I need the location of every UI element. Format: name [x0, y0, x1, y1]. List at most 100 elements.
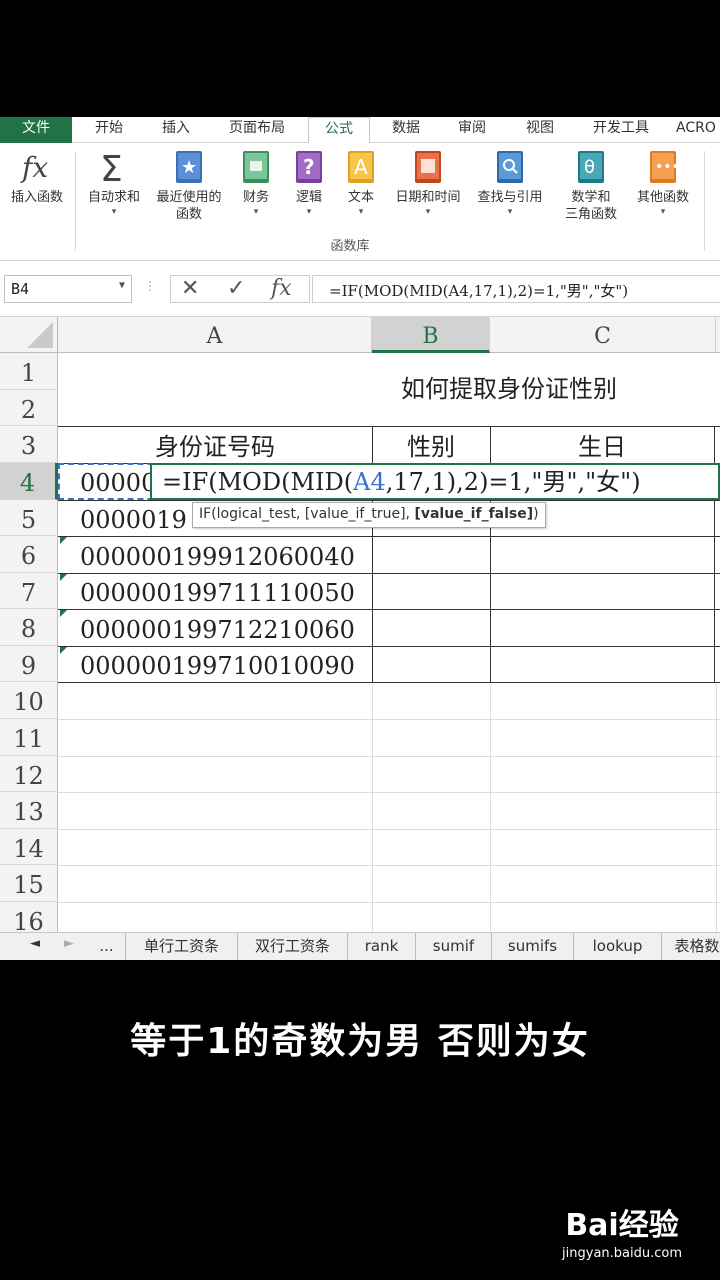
sheet-tab-rank[interactable]: rank: [348, 933, 416, 960]
cell-editor[interactable]: =IF(MOD(MID(A4,17,1),2)=1,"男","女"): [150, 463, 720, 500]
row-header-1[interactable]: 1: [0, 353, 58, 390]
row-header-16[interactable]: 16: [0, 902, 58, 932]
drag-handle-icon[interactable]: ⋮: [144, 279, 156, 293]
id-cell-8[interactable]: 000000199712210060: [80, 609, 370, 646]
column-header-b[interactable]: B: [372, 317, 490, 353]
row-header-8[interactable]: 8: [0, 609, 58, 646]
sheet-tab-lookup[interactable]: lookup: [574, 933, 662, 960]
row-header-13[interactable]: 13: [0, 792, 58, 829]
header-birthday[interactable]: 生日: [490, 426, 714, 463]
row-header-10[interactable]: 10: [0, 682, 58, 719]
gridline: [490, 682, 491, 932]
tab-insert[interactable]: 插入: [146, 117, 206, 143]
ribbon-formulas-panel: fx 插入函数 Σ 自动求和 ▾ ★ 最近使用的 函数 财务 ▾ ? 逻辑 ▾ …: [0, 143, 720, 261]
row-header-12[interactable]: 12: [0, 756, 58, 792]
chevron-down-icon: ▾: [358, 207, 364, 217]
header-gender[interactable]: 性别: [372, 426, 490, 463]
date-time-button[interactable]: 日期和时间 ▾: [388, 149, 468, 218]
enter-icon[interactable]: ✓: [227, 277, 245, 301]
svg-text:θ: θ: [584, 157, 595, 178]
baidu-watermark: Bai经验 jingyan.baidu.com: [562, 1200, 682, 1261]
financial-button[interactable]: 财务 ▾: [232, 149, 280, 218]
row-header-5[interactable]: 5: [0, 500, 58, 536]
column-header-c[interactable]: C: [490, 317, 716, 353]
prev-sheet-icon[interactable]: ◄: [30, 936, 40, 951]
tab-developer[interactable]: 开发工具: [580, 117, 662, 143]
tab-review[interactable]: 审阅: [444, 117, 500, 143]
text-button[interactable]: A 文本 ▾: [338, 149, 384, 218]
autosum-label: 自动求和: [87, 190, 140, 205]
formula-input[interactable]: =IF(MOD(MID(A4,17,1),2)=1,"男","女"): [312, 275, 720, 303]
ribbon-tab-bar: 文件 开始 插入 页面布局 公式 数据 审阅 视图 开发工具 ACRO: [0, 117, 720, 144]
row-header-11[interactable]: 11: [0, 719, 58, 756]
row-header-15[interactable]: 15: [0, 865, 58, 902]
sheet-tab-double[interactable]: 双行工资条: [238, 933, 348, 960]
math-trig-label: 数学和: [571, 190, 611, 205]
insert-function-label: 插入函数: [10, 190, 63, 205]
star-book-icon: ★: [172, 149, 206, 185]
next-sheet-icon[interactable]: ►: [64, 936, 74, 951]
tab-file[interactable]: 文件: [0, 117, 72, 143]
tab-page-layout[interactable]: 页面布局: [214, 117, 300, 143]
insert-function-icon[interactable]: fx: [271, 277, 292, 301]
id-cell-9[interactable]: 000000199710010090: [80, 646, 370, 682]
recent-functions-label: 最近使用的: [156, 190, 222, 205]
cancel-icon[interactable]: ✕: [181, 277, 199, 301]
row-header-6[interactable]: 6: [0, 536, 58, 573]
chevron-down-icon: ▾: [660, 207, 666, 217]
row-header-7[interactable]: 7: [0, 573, 58, 609]
logical-button[interactable]: ? 逻辑 ▾: [286, 149, 332, 218]
chevron-down-icon: ▾: [253, 207, 259, 217]
sheet-tab-sumifs[interactable]: sumifs: [492, 933, 574, 960]
id-cell-7[interactable]: 000000199711110050: [80, 573, 370, 609]
gridline: [58, 756, 720, 757]
more-functions-button[interactable]: ••• 其他函数 ▾: [630, 149, 696, 218]
sheet-tab-single[interactable]: 单行工资条: [126, 933, 238, 960]
chevron-down-icon[interactable]: ▼: [119, 280, 125, 291]
sigma-icon: Σ: [97, 149, 131, 190]
error-indicator-icon: [60, 537, 67, 544]
chevron-down-icon: ▾: [111, 207, 117, 217]
name-box[interactable]: B4 ▼: [4, 275, 132, 303]
gridline: [716, 682, 717, 932]
recent-functions-button[interactable]: ★ 最近使用的 函数: [150, 149, 228, 223]
error-indicator-icon: [60, 647, 67, 654]
tab-acrobat[interactable]: ACRO: [676, 117, 720, 143]
math-trig-button[interactable]: θ 数学和 三角函数: [552, 149, 630, 223]
tab-formulas[interactable]: 公式: [308, 117, 370, 144]
svg-text:★: ★: [181, 157, 197, 178]
column-header-d[interactable]: [716, 317, 720, 353]
row-header-14[interactable]: 14: [0, 829, 58, 865]
sheet-overflow[interactable]: ...: [88, 933, 126, 960]
gridline: [58, 865, 720, 866]
row-header-9[interactable]: 9: [0, 646, 58, 682]
row-header-4[interactable]: 4: [0, 463, 58, 500]
lookup-reference-button[interactable]: 查找与引用 ▾: [470, 149, 550, 218]
tooltip-end: ): [533, 506, 539, 522]
sheet-title[interactable]: 如何提取身份证性别: [58, 353, 720, 426]
math-trig-label2: 三角函数: [564, 207, 617, 222]
id-cell-6[interactable]: 000000199912060040: [80, 536, 370, 573]
ribbon-separator: [704, 151, 705, 251]
tab-data[interactable]: 数据: [378, 117, 434, 143]
finance-book-icon: [239, 149, 273, 185]
autosum-button[interactable]: Σ 自动求和 ▾: [80, 149, 148, 218]
row-header-3[interactable]: 3: [0, 426, 58, 463]
sheet-tab-table[interactable]: 表格数: [662, 933, 720, 960]
text-book-icon: A: [344, 149, 378, 185]
error-indicator-icon: [60, 610, 67, 617]
excel-window: 文件 开始 插入 页面布局 公式 数据 审阅 视图 开发工具 ACRO fx 插…: [0, 117, 720, 960]
more-functions-label: 其他函数: [636, 190, 689, 205]
row-header-2[interactable]: 2: [0, 390, 58, 426]
tab-view[interactable]: 视图: [512, 117, 568, 143]
fx-icon: fx: [20, 149, 54, 185]
date-time-label: 日期和时间: [395, 190, 461, 205]
select-all-button[interactable]: [0, 317, 58, 353]
header-id[interactable]: 身份证号码: [58, 426, 372, 463]
chevron-down-icon: ▾: [425, 207, 431, 217]
column-header-a[interactable]: A: [58, 317, 372, 353]
svg-text:A: A: [354, 155, 368, 179]
tab-home[interactable]: 开始: [78, 117, 140, 143]
sheet-tab-sumif[interactable]: sumif: [416, 933, 492, 960]
insert-function-button[interactable]: fx 插入函数: [2, 149, 72, 206]
